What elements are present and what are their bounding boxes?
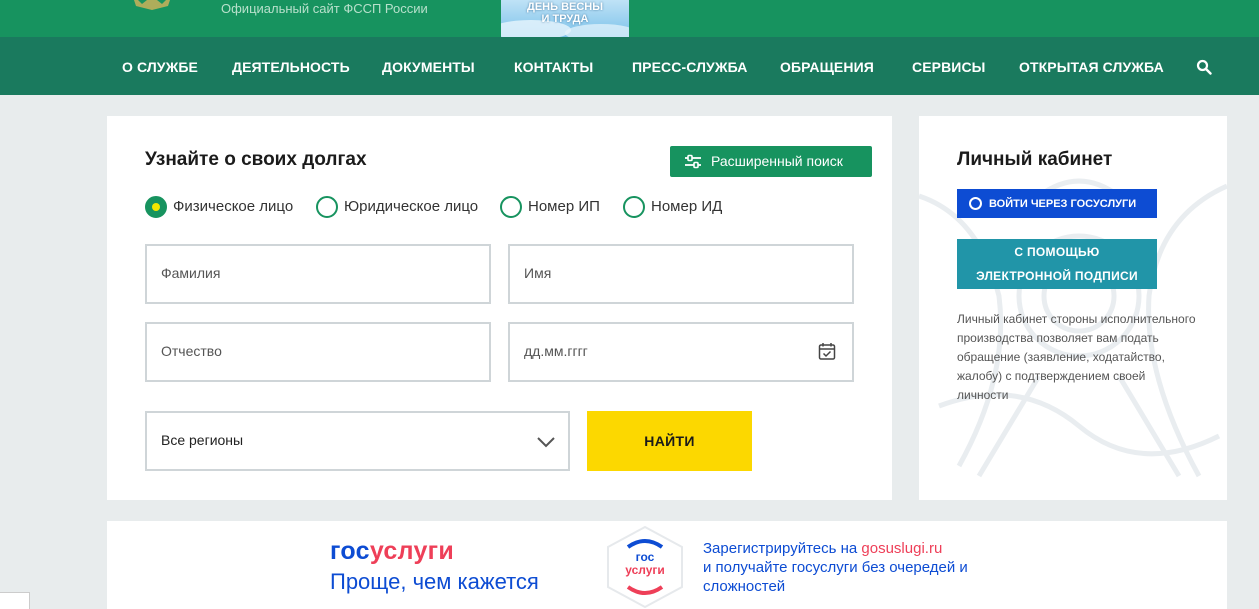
nav-item-activity[interactable]: ДЕЯТЕЛЬНОСТЬ: [232, 37, 350, 95]
badge-line-2: услуги: [625, 563, 665, 577]
region-select[interactable]: Все регионы: [145, 411, 570, 471]
last-name-field[interactable]: Фамилия: [145, 244, 491, 304]
scroll-corner: [0, 592, 30, 609]
fssp-emblem-icon[interactable]: [128, 0, 176, 12]
debt-search-card: Узнайте о своих долгах Расширенный поиск…: [107, 116, 892, 500]
gosuslugi-tagline: Проще, чем кажется: [330, 569, 539, 594]
radio-legal-entity-label: Юридическое лицо: [344, 198, 479, 215]
e-signature-login-button[interactable]: С ПОМОЩЬЮ ЭЛЕКТРОННОЙ ПОДПИСИ: [957, 239, 1157, 289]
personal-cabinet-description: Личный кабинет стороны исполнительного п…: [957, 312, 1196, 402]
advanced-search-label: Расширенный поиск: [711, 153, 843, 169]
chevron-down-icon: [537, 437, 555, 448]
gosuslugi-link[interactable]: gosuslugi.ru: [861, 540, 942, 557]
promo-text: ДЕНЬ ВЕСНЫ И ТРУДА: [501, 0, 629, 25]
personal-cabinet-card: Личный кабинет ВОЙТИ ЧЕРЕЗ ГОСУСЛУГИ С П…: [919, 116, 1227, 500]
gosuslugi-login-button[interactable]: ВОЙТИ ЧЕРЕЗ ГОСУСЛУГИ: [957, 189, 1157, 218]
first-name-placeholder: Имя: [524, 265, 552, 281]
nav-item-about[interactable]: О СЛУЖБЕ: [122, 37, 198, 95]
radio-selected-icon[interactable]: [145, 196, 167, 218]
nav-item-services[interactable]: СЕРВИСЫ: [912, 37, 985, 95]
radio-id-number-label: Номер ИД: [651, 198, 723, 215]
nav-item-open-service[interactable]: ОТКРЫТАЯ СЛУЖБА: [1019, 37, 1164, 95]
patronymic-field[interactable]: Отчество: [145, 322, 491, 382]
gosuslugi-logo: госуслуги: [330, 537, 454, 566]
e-signature-line-2: ЭЛЕКТРОННОЙ ПОДПИСИ: [976, 269, 1138, 283]
debt-search-title: Узнайте о своих долгах: [145, 149, 367, 170]
last-name-placeholder: Фамилия: [161, 265, 221, 281]
personal-cabinet-title: Личный кабинет: [957, 149, 1113, 170]
promo-text-rest: и получайте госуслуги без очередей и сло…: [703, 559, 968, 595]
birth-date-placeholder: дд.мм.гггг: [524, 343, 588, 359]
promo-line-2: И ТРУДА: [541, 13, 589, 25]
advanced-search-button[interactable]: Расширенный поиск: [670, 146, 872, 177]
gosuslugi-circle-icon: [969, 197, 982, 210]
nav-item-documents[interactable]: ДОКУМЕНТЫ: [382, 37, 475, 95]
promo-line-1: ДЕНЬ ВЕСНЫ: [526, 1, 604, 13]
nav-item-appeals[interactable]: ОБРАЩЕНИЯ: [780, 37, 874, 95]
region-select-value: Все регионы: [161, 432, 244, 448]
holiday-promo-banner[interactable]: ДЕНЬ ВЕСНЫ И ТРУДА: [501, 0, 629, 37]
filter-sliders-icon: [685, 154, 701, 169]
find-button[interactable]: НАЙТИ: [587, 411, 752, 471]
site-header: Официальный сайт ФССП России ДЕНЬ ВЕСНЫ …: [0, 0, 1259, 37]
radio-empty-icon[interactable]: [500, 196, 522, 218]
gosuslugi-promo-text: Зарегистрируйтесь на gosuslugi.ru и полу…: [703, 539, 1023, 596]
gosuslugi-banner[interactable]: госуслуги Проще, чем кажется гос услуги …: [107, 521, 1227, 609]
birth-date-field[interactable]: дд.мм.гггг: [508, 322, 854, 382]
radio-empty-icon[interactable]: [316, 196, 338, 218]
site-subtitle: Официальный сайт ФССП России: [221, 1, 428, 16]
promo-text-prefix: Зарегистрируйтесь на: [703, 540, 862, 557]
radio-individual-label: Физическое лицо: [173, 198, 294, 215]
radio-empty-icon[interactable]: [623, 196, 645, 218]
gosuslugi-logo-part-1: гос: [330, 537, 370, 565]
calendar-icon[interactable]: [818, 342, 836, 361]
main-nav: О СЛУЖБЕ ДЕЯТЕЛЬНОСТЬ ДОКУМЕНТЫ КОНТАКТЫ…: [0, 37, 1259, 95]
gosuslugi-logo-part-2: услуги: [369, 537, 455, 565]
e-signature-line-1: С ПОМОЩЬЮ: [1014, 245, 1100, 259]
patronymic-placeholder: Отчество: [161, 343, 222, 359]
search-icon[interactable]: [1196, 59, 1212, 75]
nav-item-press[interactable]: ПРЕСС-СЛУЖБА: [632, 37, 747, 95]
gosuslugi-login-label: ВОЙТИ ЧЕРЕЗ ГОСУСЛУГИ: [989, 198, 1137, 210]
radio-ip-number-label: Номер ИП: [528, 198, 600, 215]
gosuslugi-badge-text: гос услуги: [616, 551, 674, 577]
first-name-field[interactable]: Имя: [508, 244, 854, 304]
nav-item-contacts[interactable]: КОНТАКТЫ: [514, 37, 593, 95]
